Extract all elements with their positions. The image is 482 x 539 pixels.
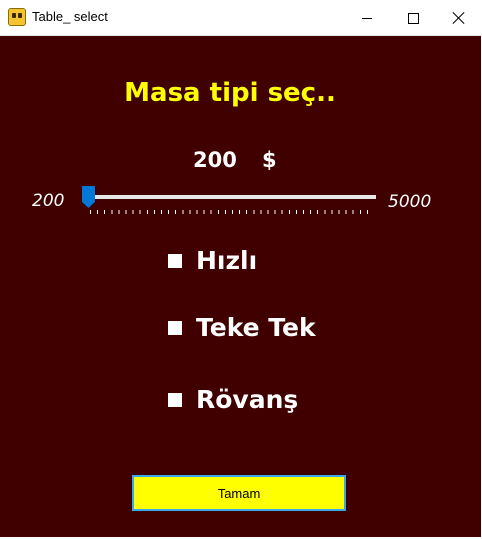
title-bar: Table_ select bbox=[0, 0, 482, 36]
option-rovans[interactable]: Rövanş bbox=[168, 385, 298, 414]
table-select-panel: Masa tipi seç.. 200 $ 200 5000 Hızlı Tek… bbox=[0, 36, 481, 537]
slider-ticks bbox=[90, 210, 374, 214]
option-label: Hızlı bbox=[196, 246, 258, 275]
option-label: Teke Tek bbox=[196, 313, 316, 342]
page-title: Masa tipi seç.. bbox=[124, 78, 336, 108]
stake-slider[interactable] bbox=[82, 184, 382, 220]
option-teke-tek[interactable]: Teke Tek bbox=[168, 313, 316, 342]
app-icon bbox=[8, 8, 26, 26]
option-hizli[interactable]: Hızlı bbox=[168, 246, 257, 275]
slider-track[interactable] bbox=[88, 195, 376, 199]
window-title: Table_ select bbox=[32, 9, 108, 24]
close-icon bbox=[452, 11, 466, 25]
slider-thumb[interactable] bbox=[82, 186, 95, 208]
close-button[interactable] bbox=[436, 0, 482, 36]
slider-max-label: 5000 bbox=[388, 192, 432, 212]
maximize-icon bbox=[407, 12, 419, 24]
slider-min-label: 200 bbox=[32, 191, 65, 211]
stake-currency: $ bbox=[262, 148, 277, 172]
option-checkbox[interactable] bbox=[168, 320, 182, 335]
option-checkbox[interactable] bbox=[168, 392, 182, 407]
ok-button[interactable]: Tamam bbox=[132, 475, 346, 511]
minimize-button[interactable] bbox=[344, 0, 390, 36]
option-checkbox[interactable] bbox=[168, 253, 182, 268]
stake-amount: 200 bbox=[193, 148, 237, 172]
maximize-button[interactable] bbox=[390, 0, 436, 36]
minimize-icon bbox=[362, 17, 372, 19]
option-label: Rövanş bbox=[196, 385, 299, 414]
